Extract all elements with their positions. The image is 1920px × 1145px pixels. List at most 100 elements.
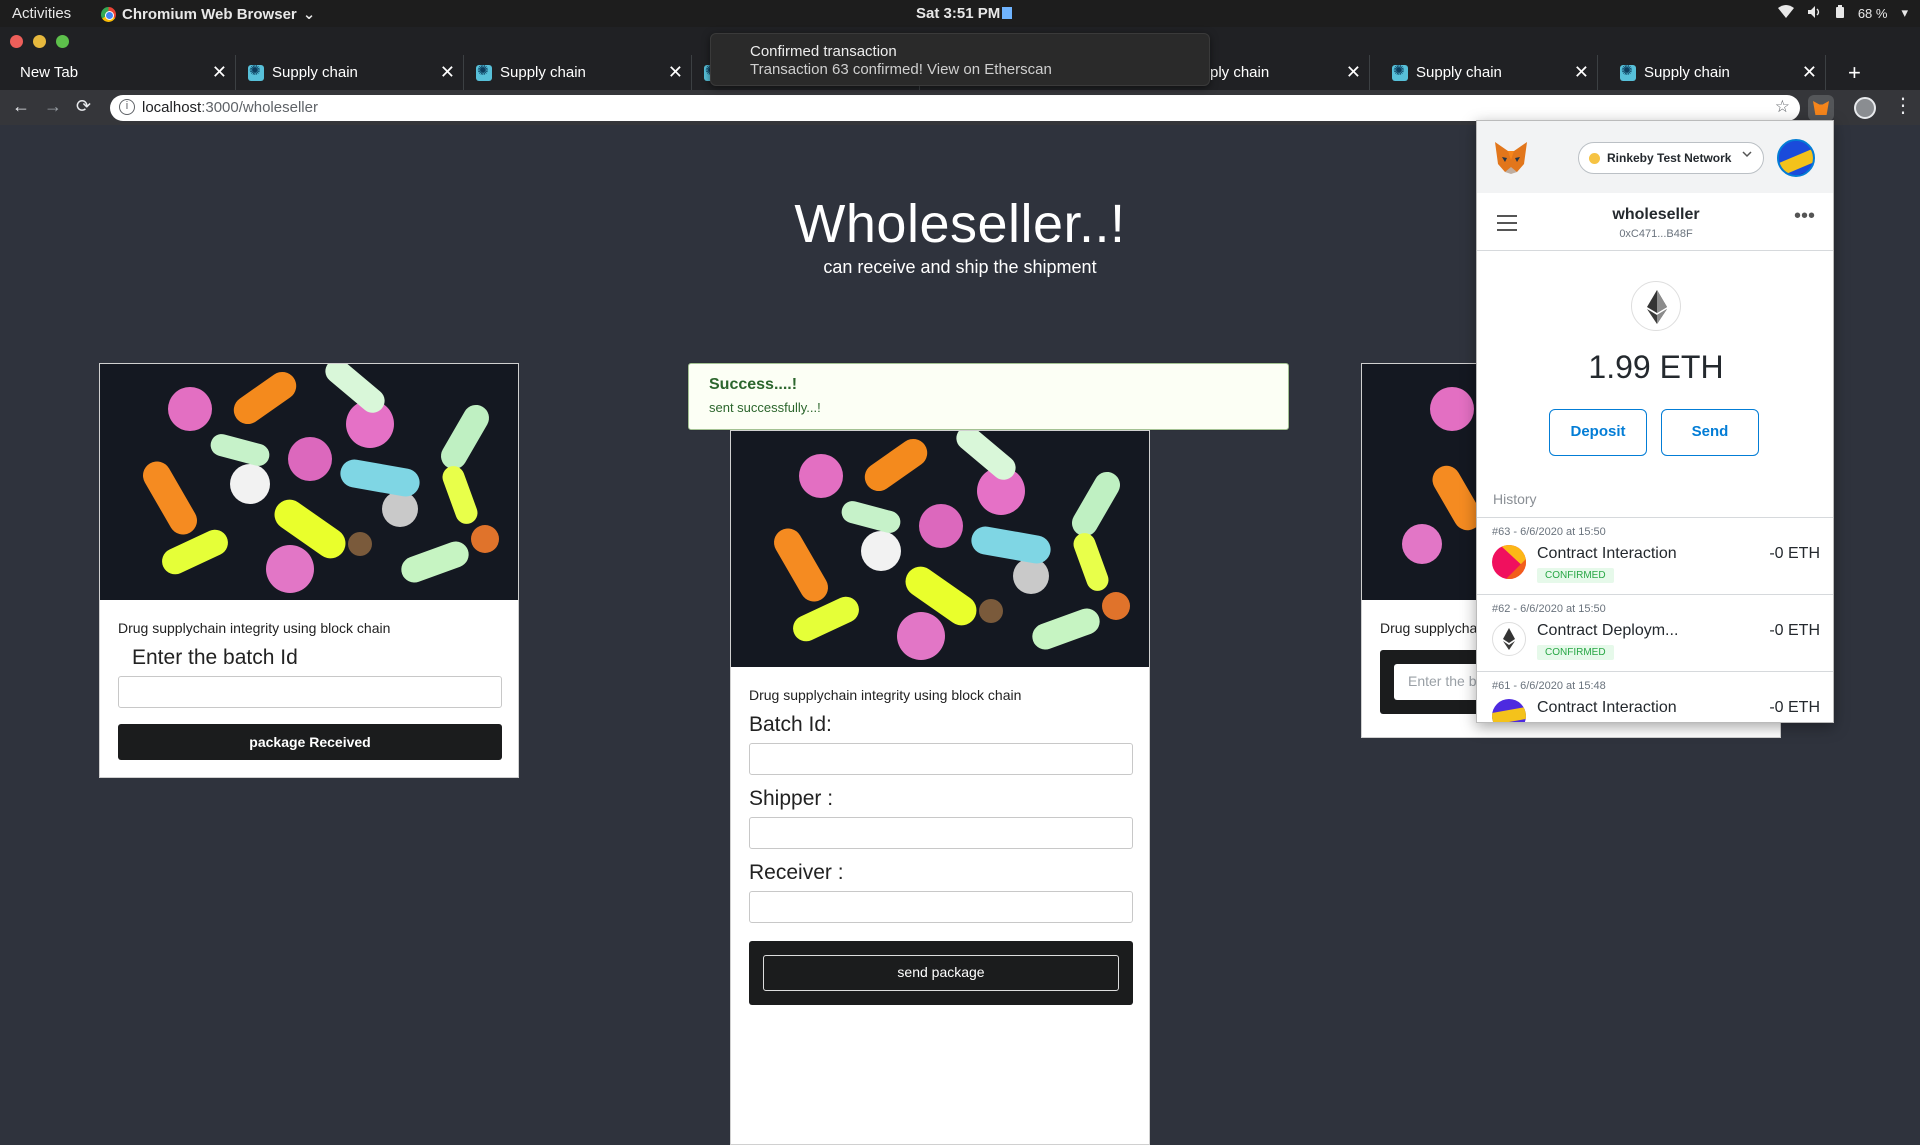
account-bar: wholeseller 0xC471...B48F ••• xyxy=(1477,193,1833,251)
metamask-header: Rinkeby Test Network xyxy=(1477,121,1833,193)
send-package-button[interactable]: send package xyxy=(763,955,1119,991)
batch-id-label: Enter the batch Id xyxy=(132,646,298,669)
document-icon xyxy=(1002,7,1013,19)
transaction-row[interactable]: #61 - 6/6/2020 at 15:48 Contract Interac… xyxy=(1477,672,1833,722)
tab-supply-chain[interactable]: Supply chain ✕ xyxy=(238,55,464,90)
network-selector[interactable]: Rinkeby Test Network xyxy=(1578,142,1764,174)
network-status-dot xyxy=(1589,153,1600,164)
react-favicon-icon xyxy=(248,62,264,81)
chevron-down-icon: ▾ xyxy=(1901,5,1908,20)
chevron-down-icon: ⌄ xyxy=(302,6,316,23)
activities-button[interactable]: Activities xyxy=(12,5,71,22)
receiver-label: Receiver : xyxy=(749,861,844,884)
network-name: Rinkeby Test Network xyxy=(1607,151,1732,165)
package-received-button[interactable]: package Received xyxy=(118,724,502,760)
reload-icon[interactable]: ⟳ xyxy=(76,96,91,117)
account-address[interactable]: 0xC471...B48F xyxy=(1477,228,1833,240)
ship-card: Drug supplychain integrity using block c… xyxy=(730,430,1150,1145)
transaction-amount: -0 ETH xyxy=(1769,699,1820,716)
tab-label: Supply chain xyxy=(1644,64,1730,81)
ethereum-icon xyxy=(1631,281,1681,331)
transaction-row[interactable]: #62 - 6/6/2020 at 15:50 Contract Deploym… xyxy=(1477,595,1833,671)
account-avatar[interactable] xyxy=(1777,139,1815,177)
transaction-amount: -0 ETH xyxy=(1769,622,1820,639)
transaction-date: #63 - 6/6/2020 at 15:50 xyxy=(1492,526,1606,538)
tab-label: New Tab xyxy=(20,64,79,81)
back-arrow-icon[interactable]: ← xyxy=(12,96,30,117)
notification-message[interactable]: Transaction 63 confirmed! View on Ethers… xyxy=(750,61,1052,78)
forward-arrow-icon[interactable]: → xyxy=(44,96,62,117)
card-description: Drug supplychai xyxy=(1380,620,1481,636)
transaction-title: Contract Deploym... xyxy=(1537,622,1679,639)
react-favicon-icon xyxy=(1620,62,1636,81)
clock-text: Sat 3:51 PM xyxy=(916,5,1001,22)
transaction-status-badge: CONFIRMED xyxy=(1537,568,1614,583)
transaction-date: #61 - 6/6/2020 at 15:48 xyxy=(1492,680,1606,692)
success-header: Success....! xyxy=(709,376,798,393)
site-info-icon[interactable]: i xyxy=(119,99,135,115)
card-description: Drug supplychain integrity using block c… xyxy=(118,620,391,636)
bookmark-star-icon[interactable]: ☆ xyxy=(1775,97,1790,117)
close-icon[interactable]: ✕ xyxy=(440,62,455,83)
shipper-input[interactable] xyxy=(749,817,1133,849)
transaction-row[interactable]: #63 - 6/6/2020 at 15:50 Contract Interac… xyxy=(1477,518,1833,594)
deposit-button[interactable]: Deposit xyxy=(1549,409,1647,456)
url-text: localhost:3000/wholeseller xyxy=(142,99,318,116)
shipper-label: Shipper : xyxy=(749,787,834,810)
close-icon[interactable]: ✕ xyxy=(212,62,227,83)
react-favicon-icon xyxy=(1392,62,1408,81)
transaction-title: Contract Interaction xyxy=(1537,699,1677,716)
tab-supply-chain[interactable]: Supply chain ✕ xyxy=(1382,55,1598,90)
close-icon[interactable]: ✕ xyxy=(1802,62,1817,83)
notification-toast[interactable]: Confirmed transaction Transaction 63 con… xyxy=(710,33,1210,86)
minimize-window-button[interactable] xyxy=(33,35,46,48)
battery-percent: 68 % xyxy=(1857,5,1888,21)
battery-icon xyxy=(1835,5,1844,21)
metamask-extension-icon[interactable] xyxy=(1808,95,1834,121)
send-package-form: send package xyxy=(749,941,1133,1005)
send-button[interactable]: Send xyxy=(1661,409,1759,456)
tab-supply-chain[interactable]: Supply chain ✕ xyxy=(1610,55,1826,90)
notification-title: Confirmed transaction xyxy=(750,43,897,60)
batch-id-label: Batch Id: xyxy=(749,713,832,736)
history-label: History xyxy=(1493,491,1537,507)
eth-balance: 1.99 ETH xyxy=(1588,349,1724,385)
more-options-icon[interactable]: ••• xyxy=(1794,205,1815,228)
tab-label: Supply chain xyxy=(272,64,358,81)
address-bar[interactable]: i localhost:3000/wholeseller ☆ xyxy=(110,95,1800,121)
ethereum-icon xyxy=(1492,622,1526,656)
close-icon[interactable]: ✕ xyxy=(668,62,683,83)
success-message: Success....! sent successfully...! xyxy=(688,363,1289,430)
react-favicon-icon xyxy=(476,62,492,81)
metamask-fox-icon[interactable] xyxy=(1493,140,1529,174)
transaction-title: Contract Interaction xyxy=(1537,545,1677,562)
clock[interactable]: Sat 3:51 PM xyxy=(916,5,1013,22)
maximize-window-button[interactable] xyxy=(56,35,69,48)
close-icon[interactable]: ✕ xyxy=(1346,62,1361,83)
close-window-button[interactable] xyxy=(10,35,23,48)
os-top-bar: Activities Chromium Web Browser ⌄ Sat 3:… xyxy=(0,0,1920,27)
chevron-down-icon xyxy=(1741,148,1753,163)
contract-interaction-icon xyxy=(1492,699,1526,722)
volume-icon xyxy=(1807,5,1822,21)
account-name[interactable]: wholeseller xyxy=(1477,206,1833,224)
batch-id-input[interactable] xyxy=(749,743,1133,775)
metamask-popup: Rinkeby Test Network wholeseller 0xC471.… xyxy=(1476,120,1834,723)
tab-new-tab[interactable]: New Tab ✕ xyxy=(0,55,236,90)
transaction-amount: -0 ETH xyxy=(1769,545,1820,562)
tab-label: Supply chain xyxy=(500,64,586,81)
profile-avatar[interactable] xyxy=(1854,97,1876,119)
pills-image xyxy=(100,364,518,600)
browser-menu-icon[interactable]: ⋮ xyxy=(1893,93,1913,118)
new-tab-button[interactable]: + xyxy=(1848,55,1861,90)
success-text: sent successfully...! xyxy=(709,400,821,415)
receiver-input[interactable] xyxy=(749,891,1133,923)
app-menu[interactable]: Chromium Web Browser ⌄ xyxy=(101,5,315,23)
close-icon[interactable]: ✕ xyxy=(1574,62,1589,83)
tab-supply-chain[interactable]: Supply chain ✕ xyxy=(466,55,692,90)
system-tray[interactable]: 68 % ▾ xyxy=(1777,5,1908,21)
pills-image xyxy=(731,431,1149,667)
batch-id-input[interactable] xyxy=(118,676,502,708)
tab-label: ply chain xyxy=(1210,64,1270,81)
wifi-icon xyxy=(1777,5,1794,21)
